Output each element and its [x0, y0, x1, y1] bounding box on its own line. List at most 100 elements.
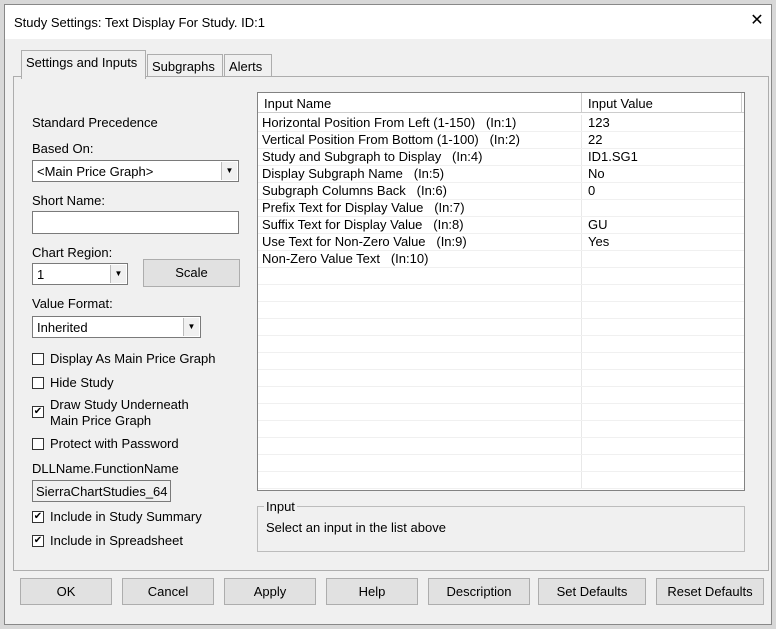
- table-row[interactable]: [258, 336, 744, 353]
- checkmark-icon: ✔: [32, 535, 44, 547]
- table-row[interactable]: [258, 438, 744, 455]
- input-value-cell[interactable]: GU: [582, 217, 608, 233]
- input-name-cell: [258, 319, 582, 335]
- inputs-table[interactable]: Input Name Input Value Horizontal Positi…: [257, 92, 745, 491]
- input-value-cell[interactable]: [582, 387, 588, 403]
- input-value-cell[interactable]: [582, 455, 588, 471]
- tab-subgraphs[interactable]: Subgraphs: [147, 54, 223, 77]
- precedence-label: Standard Precedence: [32, 115, 158, 130]
- protect-with-password-checkbox[interactable]: Protect with Password: [32, 436, 179, 451]
- input-name-cell: [258, 404, 582, 420]
- value-format-select[interactable]: Inherited ▼: [32, 316, 201, 338]
- table-header: Input Name Input Value: [258, 93, 744, 113]
- input-name-cell: Display Subgraph Name (In:5): [258, 166, 582, 182]
- input-value-cell[interactable]: [582, 336, 588, 352]
- column-header-input-value[interactable]: Input Value: [582, 93, 742, 112]
- tab-settings-and-inputs[interactable]: Settings and Inputs: [21, 50, 146, 79]
- input-name-cell: Suffix Text for Display Value (In:8): [258, 217, 582, 233]
- input-value-cell[interactable]: [582, 319, 588, 335]
- table-row[interactable]: Horizontal Position From Left (1-150) (I…: [258, 115, 744, 132]
- table-row[interactable]: [258, 404, 744, 421]
- input-value-cell[interactable]: [582, 200, 588, 216]
- short-name-input[interactable]: [32, 211, 239, 234]
- input-value-cell[interactable]: [582, 404, 588, 420]
- checkbox-label-line2: Main Price Graph: [50, 413, 152, 428]
- input-value-cell[interactable]: 0: [582, 183, 595, 199]
- table-row[interactable]: Use Text for Non-Zero Value (In:9) Yes: [258, 234, 744, 251]
- table-row[interactable]: Vertical Position From Bottom (1-100) (I…: [258, 132, 744, 149]
- input-value-cell[interactable]: ID1.SG1: [582, 149, 638, 165]
- tab-alerts[interactable]: Alerts: [224, 54, 272, 77]
- table-row[interactable]: [258, 421, 744, 438]
- ok-button[interactable]: OK: [20, 578, 112, 605]
- checkbox-icon: [32, 353, 44, 365]
- table-row[interactable]: Subgraph Columns Back (In:6) 0: [258, 183, 744, 200]
- input-value-cell[interactable]: 22: [582, 132, 602, 148]
- table-row[interactable]: [258, 370, 744, 387]
- description-button[interactable]: Description: [428, 578, 530, 605]
- table-row[interactable]: [258, 285, 744, 302]
- table-row[interactable]: Suffix Text for Display Value (In:8) GU: [258, 217, 744, 234]
- scale-button[interactable]: Scale: [143, 259, 240, 287]
- chevron-down-icon: ▼: [110, 265, 126, 283]
- table-row[interactable]: Non-Zero Value Text (In:10): [258, 251, 744, 268]
- include-in-spreadsheet-checkbox[interactable]: ✔ Include in Spreadsheet: [32, 533, 183, 548]
- chevron-down-icon: ▼: [221, 162, 237, 180]
- input-name-cell: [258, 302, 582, 318]
- table-row[interactable]: [258, 455, 744, 472]
- dll-name-label: DLLName.FunctionName: [32, 461, 179, 476]
- table-row[interactable]: [258, 353, 744, 370]
- input-value-cell[interactable]: [582, 268, 588, 284]
- table-row[interactable]: [258, 472, 744, 489]
- input-name-cell: Use Text for Non-Zero Value (In:9): [258, 234, 582, 250]
- input-name-cell: [258, 336, 582, 352]
- close-icon[interactable]: ✕: [747, 11, 767, 31]
- input-name-cell: [258, 472, 582, 488]
- table-row[interactable]: [258, 387, 744, 404]
- table-row[interactable]: Display Subgraph Name (In:5) No: [258, 166, 744, 183]
- help-button[interactable]: Help: [326, 578, 418, 605]
- input-value-cell[interactable]: No: [582, 166, 605, 182]
- set-defaults-button[interactable]: Set Defaults: [538, 578, 646, 605]
- based-on-select[interactable]: <Main Price Graph> ▼: [32, 160, 239, 182]
- input-value-cell[interactable]: [582, 302, 588, 318]
- input-name-cell: [258, 455, 582, 471]
- hide-study-checkbox[interactable]: Hide Study: [32, 375, 114, 390]
- checkbox-label: Hide Study: [50, 375, 114, 390]
- input-value-cell[interactable]: 123: [582, 115, 610, 131]
- input-value-cell[interactable]: [582, 251, 588, 267]
- table-row[interactable]: Study and Subgraph to Display (In:4) ID1.…: [258, 149, 744, 166]
- short-name-label: Short Name:: [32, 193, 105, 208]
- table-row[interactable]: Prefix Text for Display Value (In:7): [258, 200, 744, 217]
- reset-defaults-button[interactable]: Reset Defaults: [656, 578, 764, 605]
- chart-region-select[interactable]: 1 ▼: [32, 263, 128, 285]
- input-value-cell[interactable]: [582, 370, 588, 386]
- value-format-label: Value Format:: [32, 296, 113, 311]
- input-value-cell[interactable]: [582, 438, 588, 454]
- checkbox-icon: [32, 438, 44, 450]
- input-value-cell[interactable]: [582, 353, 588, 369]
- input-name-cell: [258, 268, 582, 284]
- input-group-title: Input: [264, 499, 297, 514]
- input-value-cell[interactable]: Yes: [582, 234, 609, 250]
- input-name-cell: Study and Subgraph to Display (In:4): [258, 149, 582, 165]
- input-value-cell[interactable]: [582, 285, 588, 301]
- table-row[interactable]: [258, 302, 744, 319]
- input-name-cell: [258, 421, 582, 437]
- include-in-study-summary-checkbox[interactable]: ✔ Include in Study Summary: [32, 509, 202, 524]
- table-row[interactable]: [258, 319, 744, 336]
- input-name-cell: Prefix Text for Display Value (In:7): [258, 200, 582, 216]
- input-name-cell: [258, 353, 582, 369]
- checkbox-label: Include in Spreadsheet: [50, 533, 183, 548]
- input-value-cell[interactable]: [582, 472, 588, 488]
- column-header-input-name[interactable]: Input Name: [258, 93, 582, 112]
- input-value-cell[interactable]: [582, 421, 588, 437]
- table-row[interactable]: [258, 268, 744, 285]
- input-name-cell: [258, 438, 582, 454]
- display-as-main-price-graph-checkbox[interactable]: Display As Main Price Graph: [32, 351, 215, 366]
- based-on-label: Based On:: [32, 141, 94, 156]
- dll-name-field: SierraChartStudies_64: [32, 480, 171, 502]
- draw-study-underneath-checkbox[interactable]: ✔ Draw Study Underneath Main Price Graph: [32, 397, 189, 429]
- apply-button[interactable]: Apply: [224, 578, 316, 605]
- cancel-button[interactable]: Cancel: [122, 578, 214, 605]
